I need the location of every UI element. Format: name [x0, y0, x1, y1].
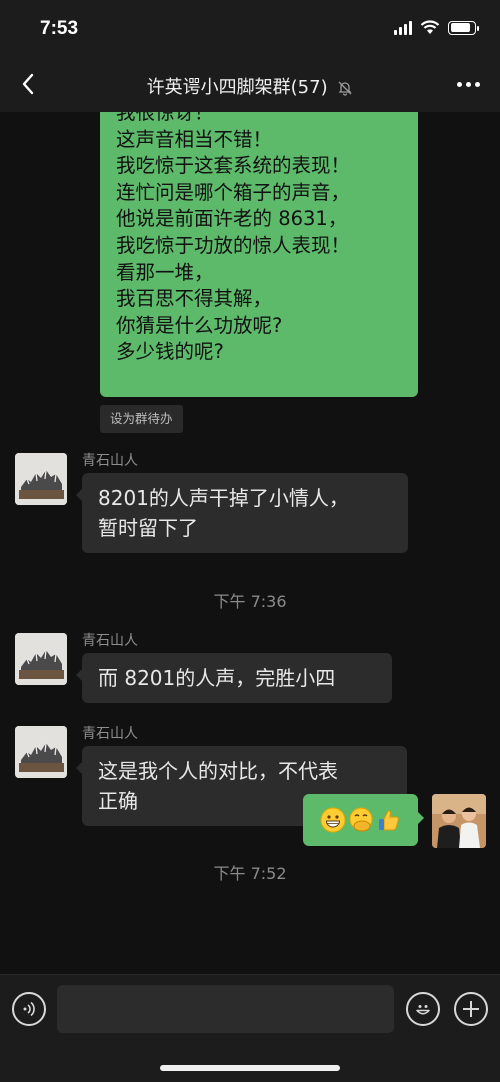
input-bar	[0, 974, 500, 1082]
emoji-icon	[416, 1005, 430, 1015]
message-input[interactable]	[57, 985, 394, 1033]
my-avatar[interactable]	[432, 794, 486, 848]
sent-message-bubble[interactable]: 我很惊讶！ 这声音相当不错！ 我吃惊于这套系统的表现！ 连忙问是哪个箱子的声音，…	[100, 112, 418, 397]
sender-name: 青石山人	[82, 633, 138, 649]
sender-name: 青石山人	[82, 726, 138, 742]
status-bar: 7:53	[0, 0, 500, 56]
sent-emoji-message-bubble[interactable]	[303, 794, 424, 846]
message-line: 这声音相当不错！	[116, 127, 273, 151]
more-dots-icon	[457, 82, 462, 87]
home-indicator	[160, 1065, 340, 1071]
avatar[interactable]	[15, 726, 67, 778]
message-line: 我百思不得其解，	[116, 287, 273, 311]
chat-title-text: 许英谔小四脚架群(57)	[146, 77, 328, 98]
signal-icon	[394, 20, 412, 35]
received-message-bubble[interactable]: 而 8201的人声，完胜小四	[76, 653, 392, 703]
message-line: 他说是前面许老的 8631，	[116, 207, 348, 231]
message-line: 而 8201的人声，完胜小四	[98, 666, 336, 690]
status-time: 7:53	[40, 18, 79, 39]
emoji-button[interactable]	[406, 992, 440, 1026]
plus-button[interactable]	[454, 992, 488, 1026]
status-icons	[394, 20, 479, 35]
more-button[interactable]	[457, 74, 480, 87]
face-with-hand-over-mouth-icon	[349, 807, 372, 832]
battery-icon	[448, 20, 479, 35]
plus-icon	[463, 1001, 479, 1017]
message-line: 我吃惊于功放的惊人表现！	[116, 233, 351, 257]
set-group-todo-button[interactable]: 设为群待办	[100, 405, 183, 433]
message-line: 看那一堆，	[116, 260, 214, 284]
message-line: 你猜是什么功放呢?	[116, 313, 283, 337]
sender-name: 青石山人	[82, 453, 138, 469]
wifi-icon	[420, 20, 440, 34]
voice-icon	[23, 1001, 35, 1017]
timestamp: 下午 7:52	[213, 864, 287, 883]
message-line: 这是我个人的对比，不代表	[98, 759, 338, 783]
nav-bar: 许英谔小四脚架群(57)	[0, 56, 500, 112]
avatar-image	[15, 633, 67, 685]
message-line: 多少钱的呢?	[116, 340, 224, 364]
avatar[interactable]	[15, 453, 67, 505]
message-line: 我很惊讶！	[116, 112, 214, 124]
message-line: 连忙问是哪个箱子的声音，	[116, 180, 351, 204]
avatar-image	[15, 726, 67, 778]
message-line: 我吃惊于这套系统的表现！	[116, 154, 351, 178]
message-line: 8201的人声干掉了小情人，	[98, 486, 349, 510]
bell-slash-icon	[338, 81, 352, 96]
avatar[interactable]	[15, 633, 67, 685]
chat-area[interactable]: 我很惊讶！ 这声音相当不错！ 我吃惊于这套系统的表现！ 连忙问是哪个箱子的声音，…	[0, 112, 500, 974]
thumbs-up-icon	[378, 810, 399, 831]
chat-title: 许英谔小四脚架群(57)	[0, 73, 500, 99]
voice-button[interactable]	[12, 992, 46, 1026]
message-line: 暂时留下了	[98, 516, 198, 540]
avatar-image	[432, 794, 486, 848]
timestamp: 下午 7:36	[213, 592, 287, 611]
grinning-face-icon	[320, 807, 345, 833]
received-message-bubble[interactable]: 8201的人声干掉了小情人， 暂时留下了	[76, 473, 408, 553]
avatar-image	[15, 453, 67, 505]
